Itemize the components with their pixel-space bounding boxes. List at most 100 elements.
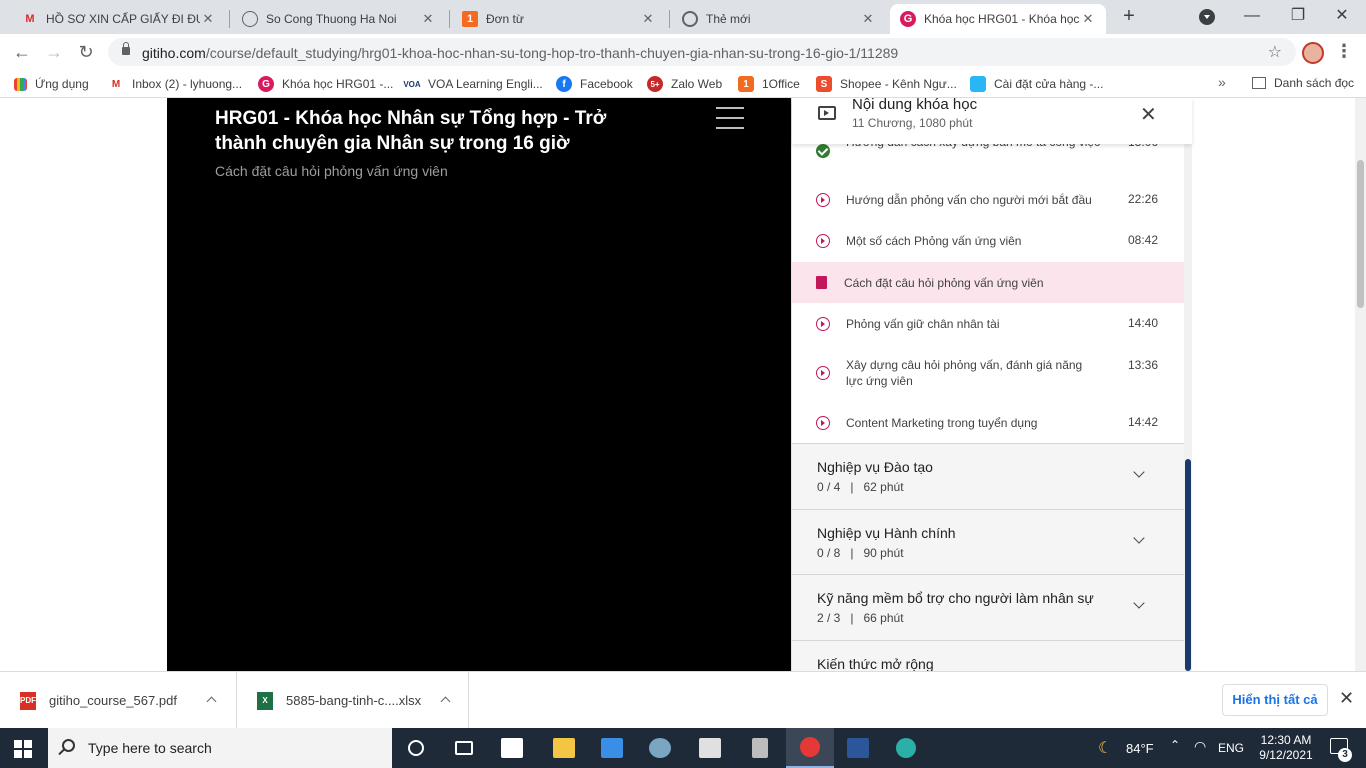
gitiho-icon: G (900, 11, 916, 27)
calculator-icon[interactable] (736, 728, 784, 768)
weather-moon-icon[interactable]: ☾ (1098, 738, 1112, 758)
weather-temperature[interactable]: 84°F (1126, 741, 1154, 756)
url-host: gitiho.com (142, 45, 206, 61)
chevron-up-icon[interactable] (206, 696, 217, 707)
close-tab-icon[interactable]: ✕ (1080, 11, 1096, 27)
chapter-item[interactable]: Kỹ năng mềm bổ trợ cho người làm nhân sự… (792, 574, 1184, 640)
tab-divider (669, 10, 670, 28)
reading-list-label: Danh sách đọc (1274, 76, 1355, 90)
close-sidebar-icon[interactable]: ✕ (1140, 102, 1157, 127)
download-item[interactable]: X 5885-bang-tinh-c....xlsx (237, 672, 469, 729)
word-app-icon[interactable] (834, 728, 882, 768)
bookmark-voa[interactable]: VOA VOA Learning Engli... (403, 76, 542, 92)
window-close-icon[interactable]: ✕ (1330, 4, 1354, 28)
lesson-item[interactable]: Phỏng vấn giữ chân nhân tài 14:40 (792, 304, 1184, 344)
chapter-title: Nghiệp vụ Hành chính (817, 525, 956, 541)
windows-start-icon[interactable] (14, 740, 32, 758)
clock[interactable]: 12:30 AM 9/12/2021 (1254, 733, 1318, 763)
bookmark-label: Zalo Web (671, 77, 723, 91)
tab-khoa-hoc-hrg01[interactable]: G Khóa học HRG01 - Khóa học ✕ (890, 4, 1106, 34)
close-tab-icon[interactable]: ✕ (200, 11, 216, 27)
chapter-minutes: 62 phút (863, 480, 904, 494)
chevron-down-icon[interactable] (1133, 532, 1145, 544)
menu-kebab-icon[interactable]: ⋮ (1334, 42, 1354, 62)
back-arrow-icon[interactable]: ← (10, 40, 34, 64)
chevron-down-icon[interactable] (1133, 597, 1145, 609)
minimize-icon[interactable]: — (1240, 4, 1264, 28)
paint-app-icon[interactable] (636, 728, 684, 768)
maximize-icon[interactable]: ❐ (1286, 4, 1310, 28)
bookmark-cai-dat[interactable]: Cài đặt cửa hàng -... (970, 76, 1103, 92)
sidebar-header: Nội dung khóa học 11 Chương, 1080 phút ✕ (792, 98, 1192, 144)
download-item[interactable]: PDF gitiho_course_567.pdf (0, 672, 237, 729)
close-tab-icon[interactable]: ✕ (860, 11, 876, 27)
bookmark-inbox[interactable]: M Inbox (2) - lyhuong... (108, 76, 242, 92)
chapter-item[interactable]: Nghiệp vụ Đào tạo 0 / 4 | 62 phút (792, 443, 1184, 509)
input-language[interactable]: ENG (1218, 741, 1244, 755)
edge-app-icon[interactable] (882, 728, 930, 768)
search-icon (62, 739, 75, 752)
store-app-icon[interactable] (488, 728, 536, 768)
chrome-app-icon[interactable] (786, 728, 834, 768)
show-all-downloads-button[interactable]: Hiển thị tất cả (1222, 684, 1328, 716)
tray-overflow-icon[interactable]: ⌃ (1170, 738, 1180, 752)
reading-list-button[interactable]: Danh sách đọc (1252, 76, 1354, 90)
lesson-name: Hướng dẫn phỏng vấn cho người mới bắt đầ… (846, 193, 1092, 207)
mail-app-icon[interactable] (588, 728, 636, 768)
lesson-name: Xây dựng câu hỏi phỏng vấn, đánh giá năn… (846, 358, 1083, 388)
tab-so-cong-thuong[interactable]: So Cong Thuong Ha Noi ✕ (232, 4, 446, 34)
page-scroll-thumb[interactable] (1357, 160, 1364, 308)
sidebar-scroll-thumb[interactable] (1185, 459, 1191, 671)
video-player[interactable]: HRG01 - Khóa học Nhân sự Tổng hợp - Trở … (167, 98, 791, 671)
lesson-item[interactable]: Một số cách Phỏng vấn ứng viên 08:42 (792, 221, 1184, 261)
tab-gmail[interactable]: M HỒ SƠ XIN CẤP GIẤY ĐI ĐƯỜ ✕ (12, 4, 226, 34)
lock-icon[interactable] (122, 42, 130, 55)
tab-search-icon[interactable] (1199, 9, 1215, 25)
tab-don-tu[interactable]: 1 Đơn từ ✕ (452, 4, 666, 34)
lesson-item[interactable]: Content Marketing trong tuyển dụng 14:42 (792, 403, 1184, 443)
chevron-down-icon[interactable] (1133, 466, 1145, 478)
lesson-item[interactable]: Hướng dẫn phỏng vấn cho người mới bắt đầ… (792, 180, 1184, 220)
lesson-duration: 14:42 (1128, 415, 1159, 429)
clock-date: 9/12/2021 (1259, 748, 1313, 762)
lesson-item[interactable]: Xây dựng câu hỏi phỏng vấn, đánh giá năn… (792, 346, 1184, 398)
chapter-meta: 2 / 3 | 66 phút (817, 611, 904, 625)
profile-avatar[interactable] (1302, 42, 1324, 64)
bookmark-facebook[interactable]: f Facebook (556, 76, 633, 92)
chevron-up-icon[interactable] (440, 696, 451, 707)
bookmark-zalo[interactable]: 5+ Zalo Web (647, 76, 722, 92)
network-icon[interactable]: ◠ (1194, 738, 1206, 755)
page-scrollbar[interactable] (1355, 98, 1366, 671)
close-shelf-icon[interactable]: ✕ (1339, 688, 1354, 709)
close-tab-icon[interactable]: ✕ (640, 11, 656, 27)
chapter-item[interactable]: Kiến thức mở rộng (792, 640, 1184, 671)
tab-the-moi[interactable]: Thẻ mới ✕ (672, 4, 886, 34)
bookmark-label: Khóa học HRG01 -... (282, 77, 394, 91)
bookmark-1office[interactable]: 1 1Office (738, 76, 800, 92)
snipping-tool-icon[interactable] (686, 728, 734, 768)
new-tab-button[interactable]: + (1118, 6, 1140, 28)
bookmarks-overflow-icon[interactable]: » (1218, 74, 1226, 90)
bookmark-khoa-hoc[interactable]: G Khóa học HRG01 -... (258, 76, 393, 92)
close-tab-icon[interactable]: ✕ (420, 11, 436, 27)
taskbar-search-box[interactable]: Type here to search (48, 728, 392, 768)
bookmark-star-icon[interactable]: ☆ (1268, 42, 1282, 62)
forward-arrow-icon[interactable]: → (42, 40, 66, 64)
document-icon (816, 276, 827, 289)
sidebar-scrollbar[interactable] (1184, 144, 1192, 671)
cortana-icon[interactable] (392, 728, 440, 768)
url-text[interactable]: gitiho.com/course/default_studying/hrg01… (142, 45, 898, 61)
bookmark-ung-dung[interactable]: Ứng dụng (14, 76, 89, 92)
sidebar-title: Nội dung khóa học (852, 98, 978, 113)
bookmark-label: Cài đặt cửa hàng -... (994, 77, 1104, 91)
chapter-item[interactable]: Nghiệp vụ Hành chính 0 / 8 | 90 phút (792, 509, 1184, 575)
menu-hamburger-icon[interactable] (716, 107, 744, 131)
lesson-item-current[interactable]: Cách đặt câu hỏi phỏng vấn ứng viên (792, 262, 1184, 303)
pdf-file-icon: PDF (20, 691, 36, 710)
reload-icon[interactable]: ↻ (74, 40, 98, 64)
bookmark-shopee[interactable]: S Shopee - Kênh Ngư... (816, 76, 957, 92)
address-bar[interactable]: gitiho.com/course/default_studying/hrg01… (108, 38, 1296, 66)
task-view-icon[interactable] (440, 728, 488, 768)
file-explorer-icon[interactable] (540, 728, 588, 768)
zalo-icon: 5+ (647, 76, 663, 92)
